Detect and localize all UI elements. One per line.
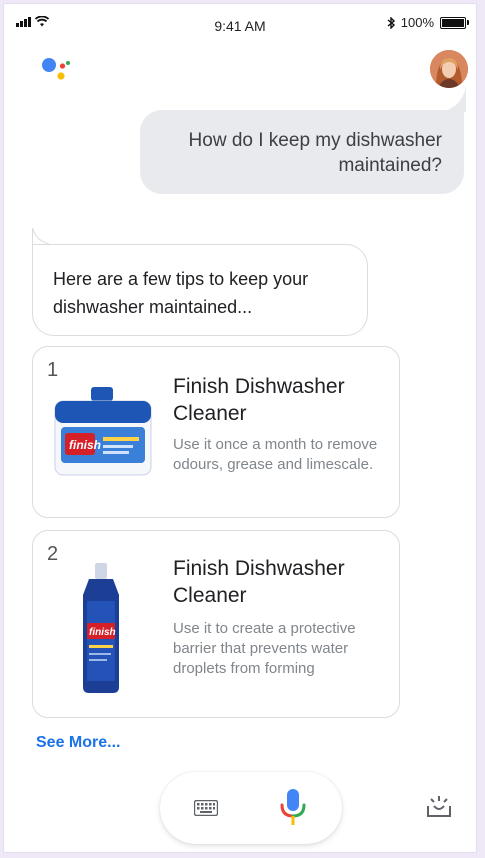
card-number: 2 xyxy=(47,543,59,565)
battery-percent: 100% xyxy=(400,15,434,30)
microphone-icon[interactable] xyxy=(280,788,306,828)
status-bar: 9:41 AM 100% xyxy=(4,4,476,44)
keyboard-icon[interactable] xyxy=(194,800,218,816)
assistant-message-bubble: Here are a few tips to keep your dishwas… xyxy=(32,244,368,336)
svg-text:finish: finish xyxy=(89,627,116,638)
card-title: Finish Dishwasher Cleaner xyxy=(173,557,345,607)
tip-card-2[interactable]: 2 finish Finish Dishwasher Cleaner Use i… xyxy=(32,530,400,718)
card-number: 1 xyxy=(47,359,59,381)
user-message-bubble: How do I keep my dishwasher maintained? xyxy=(140,110,464,194)
bluetooth-icon xyxy=(387,16,395,29)
user-bubble-tail xyxy=(440,86,466,112)
explore-tray-icon[interactable] xyxy=(426,794,452,818)
card-description: Use it to create a protective barrier th… xyxy=(173,620,356,677)
dishwasher-cleaner-bottle-image: finish xyxy=(54,387,152,476)
see-more-link[interactable]: See More... xyxy=(36,734,120,752)
user-avatar[interactable] xyxy=(430,50,468,88)
card-description: Use it once a month to remove odours, gr… xyxy=(173,436,378,473)
google-assistant-logo xyxy=(42,58,70,80)
rinse-aid-bottle-image: finish xyxy=(83,563,119,693)
battery-level xyxy=(442,18,464,27)
tip-card-1[interactable]: 1 finish Finish Dishwasher Cleaner Use i… xyxy=(32,346,400,518)
status-right: 100% xyxy=(387,15,469,30)
svg-text:finish: finish xyxy=(69,438,101,452)
assistant-screen: 9:41 AM 100% How do I keep my dishwasher… xyxy=(4,4,476,852)
input-pill xyxy=(160,772,342,844)
avatar-image xyxy=(430,50,468,88)
card-title: Finish Dishwasher Cleaner xyxy=(173,375,345,425)
battery-icon xyxy=(440,16,469,29)
